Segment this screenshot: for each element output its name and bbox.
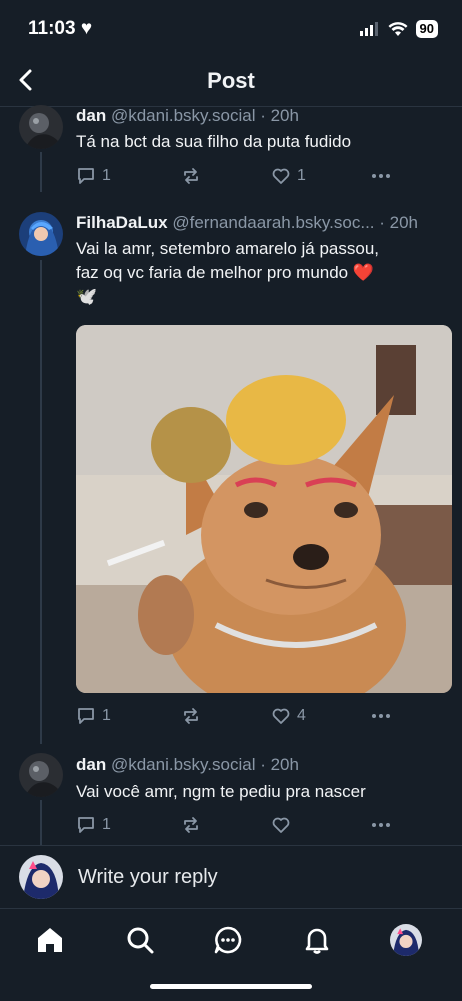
reply-icon [78, 708, 94, 724]
post-text: Tá na bct da sua filho da puta fudido [76, 132, 352, 151]
post-time: · 20h [260, 755, 299, 774]
author-name[interactable]: FilhaDaLux [76, 213, 168, 232]
home-icon[interactable] [34, 924, 66, 956]
post-text-line: 🕊️ [76, 287, 98, 306]
author-handle[interactable]: @kdani.bsky.social [111, 755, 256, 774]
like-count: 1 [297, 167, 306, 184]
post-time: · 20h [379, 213, 419, 232]
signal-icon [359, 22, 378, 36]
avatar[interactable] [19, 105, 63, 149]
post-meta: dan @kdani.bsky.social · 20h [76, 755, 299, 775]
repost-button[interactable] [181, 815, 271, 835]
reply-icon [78, 817, 94, 833]
avatar[interactable] [19, 212, 63, 256]
reply-button[interactable]: 1 [76, 815, 181, 835]
chat-icon[interactable] [212, 924, 244, 956]
search-icon[interactable] [124, 924, 156, 956]
like-button[interactable] [271, 815, 371, 835]
like-button[interactable]: 1 [271, 166, 371, 186]
post-text: Vai você amr, ngm te pediu pra nascer [76, 782, 366, 801]
status-time: 11:03 ♥ [28, 18, 93, 39]
heart-icon: ♥ [80, 18, 93, 39]
post-text-line: faz oq vc faria de melhor pro mundo ❤️ [76, 263, 375, 282]
more-icon [372, 714, 390, 718]
like-count: 4 [297, 707, 306, 724]
post-text: Vai la amr, setembro amarelo já passou, … [76, 237, 452, 309]
avatar[interactable] [19, 753, 63, 797]
reply-count: 1 [102, 167, 111, 184]
thread-line [40, 260, 42, 744]
reply-button[interactable]: 1 [76, 706, 181, 726]
more-button[interactable] [371, 166, 391, 186]
more-button[interactable] [371, 815, 391, 835]
profile-icon[interactable] [390, 924, 422, 956]
more-button[interactable] [371, 706, 391, 726]
thread-line [40, 800, 42, 845]
repost-icon [184, 168, 198, 184]
post-actions: 1 1 [76, 166, 396, 186]
avatar [19, 855, 63, 899]
reply-count: 1 [102, 816, 111, 833]
author-handle[interactable]: @fernandaarah.bsky.soc... [172, 213, 374, 232]
home-indicator [150, 984, 312, 989]
like-icon [272, 817, 290, 833]
post-text-line: Vai la amr, setembro amarelo já passou, [76, 239, 379, 258]
post-time: · 20h [260, 106, 299, 125]
repost-icon [184, 817, 198, 833]
post-actions: 1 [76, 815, 396, 835]
reply-icon [78, 168, 94, 184]
bell-icon[interactable] [301, 924, 333, 956]
thread-line [40, 152, 42, 192]
repost-icon [184, 708, 198, 724]
author-handle[interactable]: @kdani.bsky.social [111, 106, 256, 125]
more-icon [372, 174, 390, 178]
post-meta: dan @kdani.bsky.social · 20h [76, 106, 299, 126]
author-name[interactable]: dan [76, 755, 106, 774]
reply-count: 1 [102, 707, 111, 724]
post-image[interactable] [76, 325, 452, 693]
like-icon [272, 168, 290, 184]
status-indicators: 90 [359, 20, 438, 38]
like-icon [272, 708, 290, 724]
author-name[interactable]: dan [76, 106, 106, 125]
like-button[interactable]: 4 [271, 706, 371, 726]
battery-indicator: 90 [415, 20, 438, 38]
reply-button[interactable]: 1 [76, 166, 181, 186]
reply-input-placeholder[interactable]: Write your reply [78, 866, 218, 889]
reply-composer[interactable] [0, 845, 462, 909]
wifi-icon [388, 21, 408, 36]
repost-button[interactable] [181, 706, 271, 726]
post-meta: FilhaDaLux @fernandaarah.bsky.soc... · 2… [76, 213, 418, 233]
post-actions: 1 4 [76, 706, 396, 726]
more-icon [372, 823, 390, 827]
page-title: Post [207, 68, 255, 93]
repost-button[interactable] [181, 166, 271, 186]
